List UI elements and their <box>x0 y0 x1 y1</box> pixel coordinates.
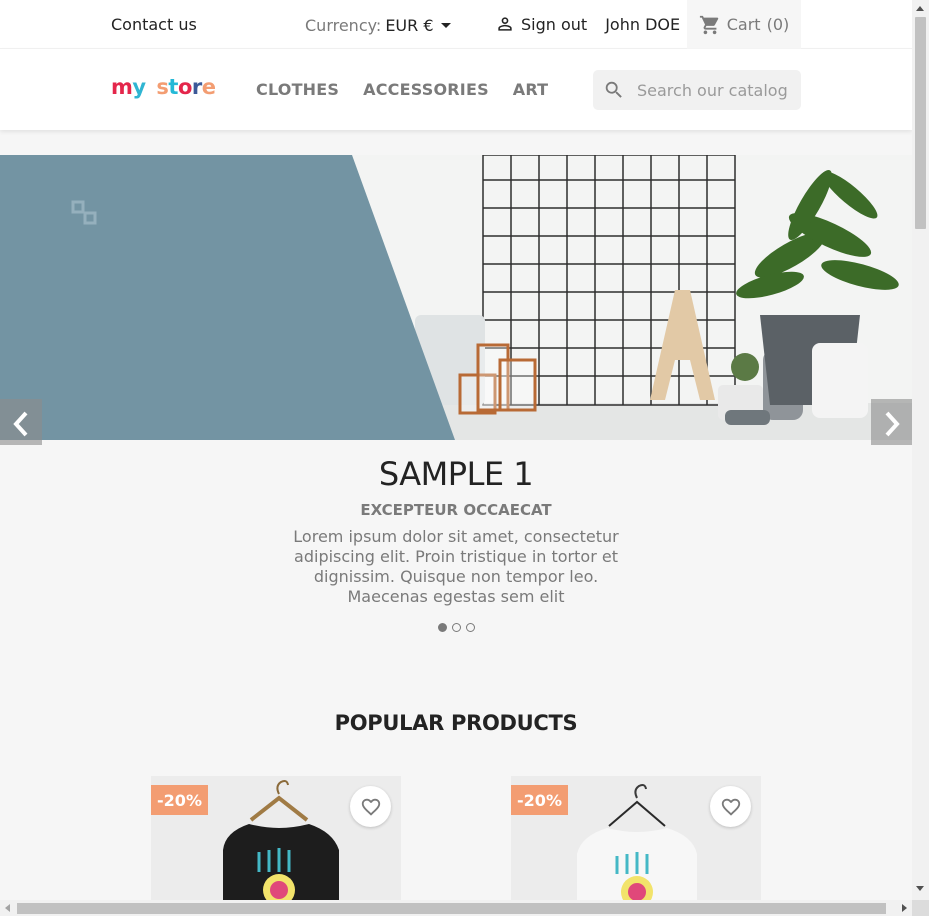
scrollbar-corner <box>912 900 929 916</box>
wishlist-button[interactable] <box>710 786 751 827</box>
product-card[interactable]: -20% <box>151 776 401 900</box>
user-name-link[interactable]: John DOE <box>605 15 680 34</box>
cart-count: (0) <box>766 15 790 34</box>
nav-item-clothes[interactable]: CLOTHES <box>256 80 339 99</box>
shopping-cart-icon <box>699 15 719 34</box>
horizontal-scroll-thumb[interactable] <box>17 903 886 914</box>
sign-out-link[interactable]: Sign out <box>521 15 587 34</box>
slide-image[interactable] <box>0 155 912 440</box>
carousel-prev-button[interactable] <box>0 399 42 445</box>
heart-icon <box>361 798 380 816</box>
scroll-right-arrow-icon[interactable] <box>902 904 907 912</box>
currency-label: Currency: <box>305 16 382 35</box>
search-input[interactable] <box>637 80 797 100</box>
search-box <box>593 70 801 110</box>
horizontal-scrollbar[interactable] <box>0 900 912 916</box>
nav-item-accessories[interactable]: ACCESSORIES <box>363 80 489 99</box>
scroll-left-arrow-icon[interactable] <box>5 904 10 912</box>
carousel-next-button[interactable] <box>871 399 912 445</box>
search-icon[interactable] <box>603 79 625 101</box>
person-icon <box>498 17 512 31</box>
heart-icon <box>721 798 740 816</box>
cart-button[interactable]: Cart (0) <box>687 0 801 49</box>
carousel-dot-2[interactable] <box>452 623 461 632</box>
user-info: Sign out John DOE <box>495 14 680 34</box>
discount-badge: -20% <box>151 785 208 815</box>
contact-us-link[interactable]: Contact us <box>111 15 197 34</box>
carousel-dot-3[interactable] <box>466 623 475 632</box>
top-bar: Contact us Currency: EUR € Sign out John… <box>0 0 912 49</box>
currency-value: EUR € <box>385 16 434 35</box>
slide-title: SAMPLE 1 <box>378 455 534 493</box>
slide-caption: SAMPLE 1 EXCEPTEUR OCCAECAT Lorem ipsum … <box>0 455 912 607</box>
chevron-right-icon <box>885 411 900 437</box>
scroll-up-arrow-icon[interactable] <box>916 6 924 11</box>
main-nav: CLOTHES ACCESSORIES ART <box>256 80 548 99</box>
homepage-carousel <box>0 155 912 445</box>
slide-subtitle: EXCEPTEUR OCCAECAT <box>360 501 552 519</box>
wishlist-button[interactable] <box>350 786 391 827</box>
caret-down-icon <box>440 23 451 28</box>
slide-illustration <box>0 155 912 440</box>
carousel-dot-1[interactable] <box>438 623 447 632</box>
vertical-scrollbar[interactable] <box>912 0 929 900</box>
main-header: my store CLOTHES ACCESSORIES ART <box>0 49 912 130</box>
slide-description: Lorem ipsum dolor sit amet, consectetur … <box>293 527 619 606</box>
product-card[interactable]: -20% <box>511 776 761 900</box>
currency-selector[interactable]: Currency: EUR € <box>305 16 451 35</box>
discount-badge: -20% <box>511 785 568 815</box>
vertical-scroll-thumb[interactable] <box>915 17 926 229</box>
cart-label: Cart <box>726 15 761 34</box>
popular-products-title: POPULAR PRODUCTS <box>334 711 578 735</box>
store-logo[interactable]: my store <box>111 75 216 99</box>
carousel-indicators <box>438 623 475 632</box>
scroll-down-arrow-icon[interactable] <box>916 886 924 891</box>
page: Contact us Currency: EUR € Sign out John… <box>0 0 912 900</box>
chevron-left-icon <box>13 411 28 437</box>
nav-item-art[interactable]: ART <box>513 80 549 99</box>
